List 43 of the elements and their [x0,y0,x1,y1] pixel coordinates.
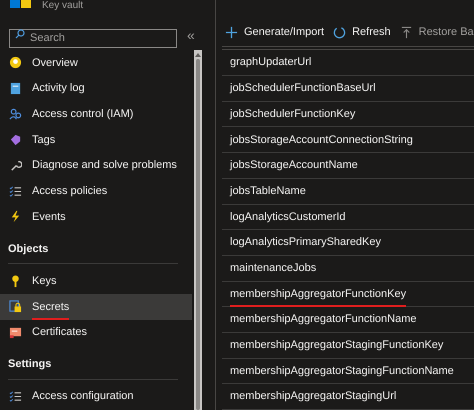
secret-name[interactable]: jobsStorageAccountName [230,152,358,179]
upload-icon [400,26,413,39]
secret-name[interactable]: maintenanceJobs [230,254,316,282]
nav-item[interactable]: Access policies [0,178,192,204]
secret-name[interactable]: membershipAggregatorFunctionKey [230,280,406,308]
plus-icon [225,26,238,39]
tag-icon [9,133,22,146]
nav-item[interactable]: Keys [0,268,192,294]
toolbar-button[interactable]: Generate/Import [225,24,324,41]
secret-name[interactable]: jobsTableName [230,178,306,204]
secret-name[interactable]: jobSchedulerFunctionBaseUrl [230,75,376,102]
section-heading: Objects [7,242,50,257]
secret-name[interactable]: jobsStorageAccountConnectionString [230,126,413,154]
nav-item[interactable]: Overview [0,50,192,76]
secret-name[interactable]: jobSchedulerFunctionKey [230,100,356,128]
list-icon [9,390,22,404]
nav-item[interactable]: Access control (IAM) [0,101,192,128]
bolt-icon [9,210,22,224]
search-field[interactable]: Search [9,28,177,48]
secret-name[interactable]: membershipAggregatorStagingFunctionKey [230,332,444,359]
secret-name[interactable]: logAnalyticsCustomerId [230,204,346,230]
nav-item[interactable]: Diagnose and solve problems [0,152,192,178]
secret-name[interactable]: membershipAggregatorStagingFunctionName [230,358,454,384]
resource-type-label: Key vault [42,1,84,11]
nav-item[interactable]: Certificates [0,320,192,346]
secret-name[interactable]: membershipAggregatorFunctionName [230,306,416,333]
section-heading: Settings [7,357,52,372]
refresh-icon [333,26,346,39]
key-vault-logo-icon [10,0,32,8]
secret-name[interactable]: logAnalyticsPrimarySharedKey [230,229,382,256]
secret-name[interactable]: graphUpdaterUrl [230,49,312,76]
nav-item[interactable]: Tags [0,127,192,153]
nav-item[interactable]: Events [0,204,192,230]
people-icon [9,108,22,121]
list-icon [9,184,22,198]
nav-item[interactable]: Activity log [0,76,192,102]
nav-item[interactable]: Access configuration [0,384,192,410]
secret-name[interactable]: membershipAggregatorStagingUrl [230,383,396,410]
nav-item[interactable]: Secrets [0,294,192,320]
search-icon [15,29,25,39]
collapse-button[interactable]: « [187,28,195,42]
scrollbar[interactable] [194,50,202,410]
toolbar-button[interactable]: Refresh [333,24,391,41]
